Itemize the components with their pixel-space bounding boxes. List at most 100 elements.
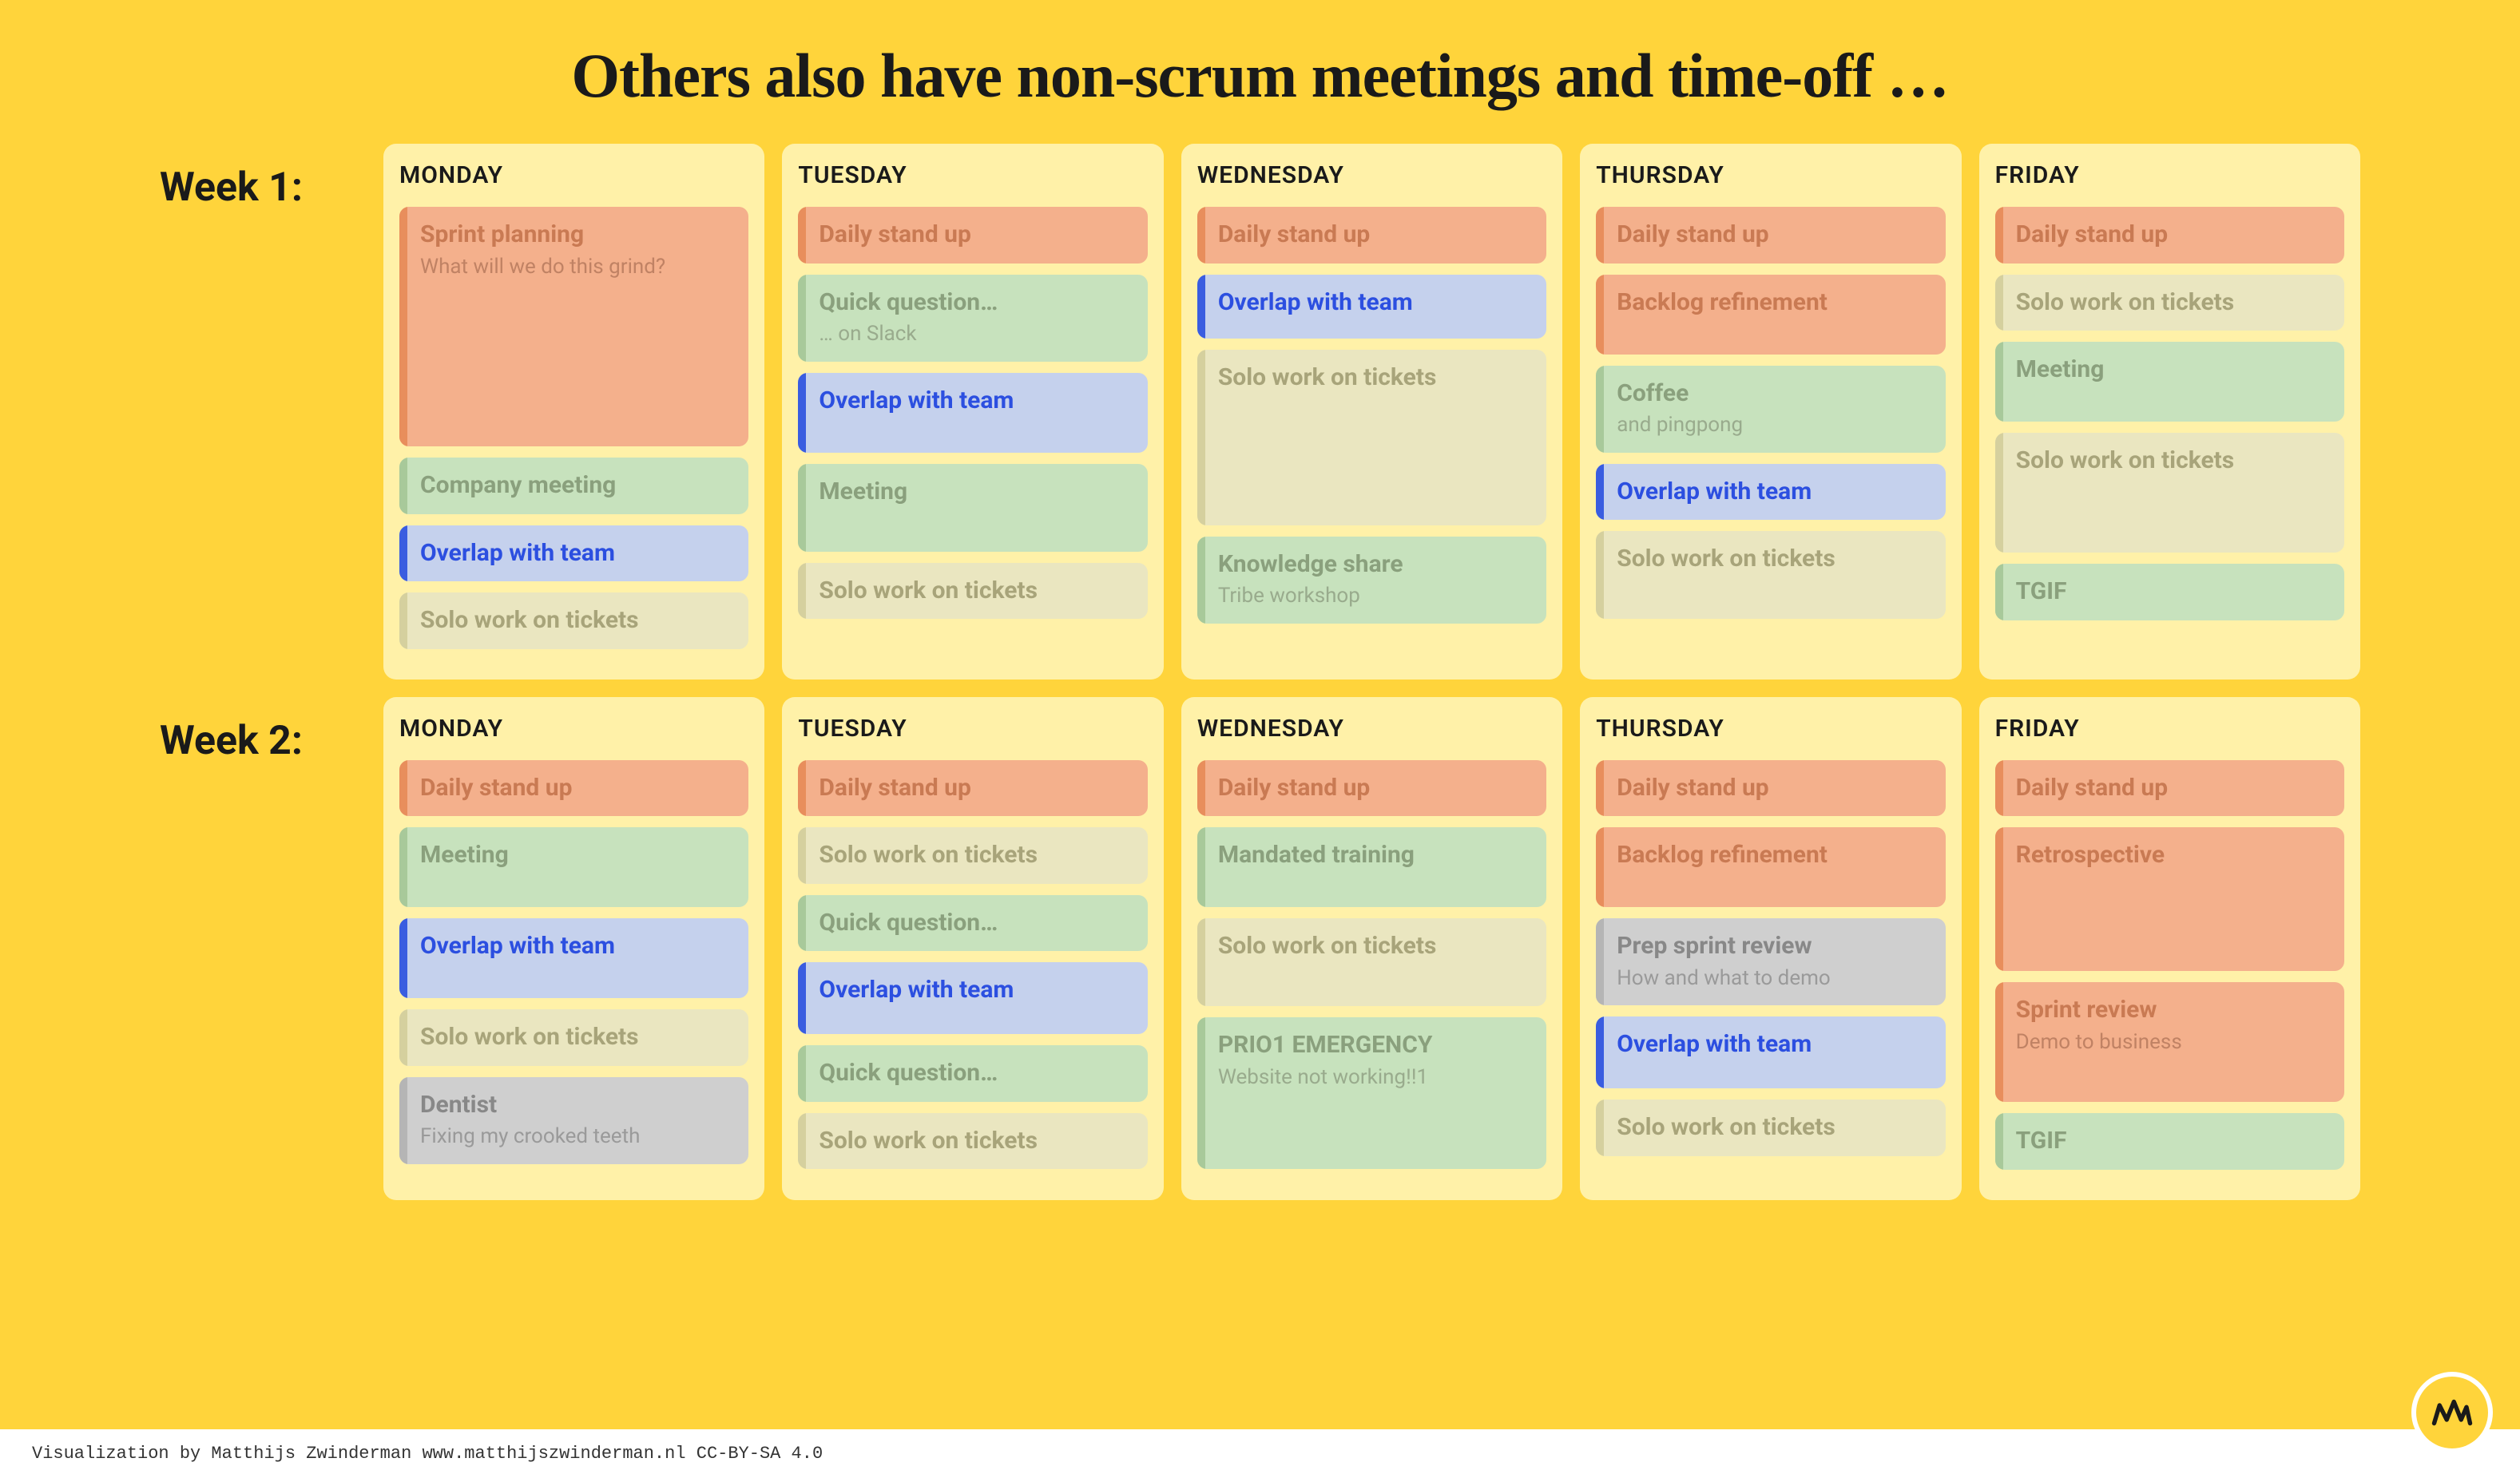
card-title: Overlap with team [1617, 1031, 1929, 1059]
day-column: TUESDAY Daily stand up Solo work on ticket… [782, 697, 1163, 1200]
card-title: Daily stand up [819, 221, 1131, 249]
day-column: WEDNESDAY Daily stand up Mandated training… [1181, 697, 1562, 1200]
calendar-card: Solo work on tickets [798, 827, 1147, 884]
card-title: Meeting [2016, 356, 2328, 384]
card-title: Overlap with team [819, 977, 1131, 1004]
calendar-card: Solo work on tickets [1995, 433, 2344, 553]
day-name: FRIDAY [1995, 715, 2344, 743]
week-row: Week 2: MONDAY Daily stand up Meeting Overla… [160, 697, 2360, 1200]
calendar-card: Daily stand up [798, 760, 1147, 817]
calendar-card: Quick question…… on Slack [798, 275, 1147, 362]
day-name: THURSDAY [1596, 715, 1945, 743]
calendar-card: TGIF [1995, 1113, 2344, 1170]
card-title: Quick question… [819, 909, 1131, 937]
day-name: TUESDAY [798, 161, 1147, 189]
card-title: Quick question… [819, 1060, 1131, 1088]
calendar-card: Backlog refinement [1596, 275, 1945, 355]
card-title: Meeting [420, 842, 732, 870]
calendar-card: Daily stand up [1995, 760, 2344, 817]
calendar-card: Solo work on tickets [399, 592, 748, 649]
card-title: Coffee [1617, 380, 1929, 408]
day-column: TUESDAY Daily stand up Quick question…… on… [782, 144, 1163, 680]
card-title: Company meeting [420, 472, 732, 500]
calendar-card: Sprint reviewDemo to business [1995, 982, 2344, 1102]
calendar-card: Daily stand up [399, 760, 748, 817]
card-title: Daily stand up [1617, 775, 1929, 802]
card-title: Solo work on tickets [420, 1024, 732, 1052]
calendar-card: Solo work on tickets [399, 1009, 748, 1066]
calendar-card: Sprint planningWhat will we do this grin… [399, 207, 748, 446]
card-title: TGIF [2016, 578, 2328, 606]
calendar-card: Solo work on tickets [1197, 350, 1546, 525]
calendar-card: Meeting [399, 827, 748, 907]
day-name: WEDNESDAY [1197, 715, 1546, 743]
card-title: Daily stand up [2016, 775, 2328, 802]
calendar-card: Overlap with team [1197, 275, 1546, 339]
calendar-card: Solo work on tickets [1596, 531, 1945, 619]
day-column: MONDAY Daily stand up Meeting Overlap with … [383, 697, 764, 1200]
calendar-card: TGIF [1995, 564, 2344, 620]
calendar-card: Retrospective [1995, 827, 2344, 971]
day-column: FRIDAY Daily stand up Solo work on tickets… [1979, 144, 2360, 680]
week-label: Week 1: [160, 144, 383, 211]
week-label: Week 2: [160, 697, 383, 764]
card-title: Dentist [420, 1092, 732, 1119]
card-subtitle: What will we do this grind? [420, 254, 732, 280]
calendar-card: Overlap with team [798, 962, 1147, 1034]
card-title: Solo work on tickets [2016, 447, 2328, 475]
weeks-container: Week 1: MONDAY Sprint planningWhat will we… [160, 144, 2360, 1200]
calendar-card: Overlap with team [399, 918, 748, 998]
card-title: Daily stand up [1617, 221, 1929, 249]
calendar-card: Coffeeand pingpong [1596, 366, 1945, 453]
card-title: TGIF [2016, 1127, 2328, 1155]
card-title: Solo work on tickets [819, 842, 1131, 870]
day-name: WEDNESDAY [1197, 161, 1546, 189]
day-name: TUESDAY [798, 715, 1147, 743]
day-column: WEDNESDAY Daily stand up Overlap with team… [1181, 144, 1562, 680]
card-title: Solo work on tickets [420, 607, 732, 635]
card-subtitle: How and what to demo [1617, 965, 1929, 992]
card-title: Overlap with team [420, 933, 732, 961]
calendar-card: Meeting [798, 464, 1147, 552]
card-title: Daily stand up [1218, 775, 1530, 802]
day-name: MONDAY [399, 715, 748, 743]
card-title: Knowledge share [1218, 551, 1530, 579]
day-name: FRIDAY [1995, 161, 2344, 189]
calendar-card: Daily stand up [798, 207, 1147, 264]
card-title: Daily stand up [2016, 221, 2328, 249]
author-logo-icon [2416, 1377, 2488, 1448]
day-column: THURSDAY Daily stand up Backlog refinement… [1580, 697, 1961, 1200]
card-title: Solo work on tickets [819, 1127, 1131, 1155]
card-title: Mandated training [1218, 842, 1530, 870]
card-title: Solo work on tickets [1617, 1114, 1929, 1142]
calendar-card: Solo work on tickets [1197, 918, 1546, 1006]
card-subtitle: Fixing my crooked teeth [420, 1123, 732, 1150]
card-subtitle: Tribe workshop [1218, 583, 1530, 609]
calendar-card: Solo work on tickets [798, 563, 1147, 620]
calendar-card: Daily stand up [1197, 207, 1546, 264]
calendar-card: Solo work on tickets [798, 1113, 1147, 1170]
footer-attribution: Visualization by Matthijs Zwinderman www… [0, 1429, 2520, 1478]
day-column: FRIDAY Daily stand up RetrospectiveSprint … [1979, 697, 2360, 1200]
day-name: THURSDAY [1596, 161, 1945, 189]
card-title: Solo work on tickets [1617, 545, 1929, 573]
calendar-card: Meeting [1995, 342, 2344, 422]
card-title: Backlog refinement [1617, 289, 1929, 317]
calendar-card: Knowledge share Tribe workshop [1197, 537, 1546, 624]
calendar-card: Quick question… [798, 895, 1147, 952]
calendar-card: Backlog refinement [1596, 827, 1945, 907]
day-column: MONDAY Sprint planningWhat will we do thi… [383, 144, 764, 680]
card-subtitle: Website not working!!1 [1218, 1064, 1530, 1091]
card-title: Daily stand up [420, 775, 732, 802]
slide: Others also have non-scrum meetings and … [0, 0, 2520, 1429]
calendar-card: Dentist Fixing my crooked teeth [399, 1077, 748, 1164]
card-title: Overlap with team [1617, 478, 1929, 506]
card-title: Overlap with team [1218, 289, 1530, 317]
card-title: Overlap with team [420, 540, 732, 568]
week-board: MONDAY Daily stand up Meeting Overlap with … [383, 697, 2360, 1200]
day-name: MONDAY [399, 161, 748, 189]
calendar-card: Quick question… [798, 1045, 1147, 1102]
card-title: Prep sprint review [1617, 933, 1929, 961]
card-title: Solo work on tickets [819, 577, 1131, 605]
week-row: Week 1: MONDAY Sprint planningWhat will we… [160, 144, 2360, 680]
